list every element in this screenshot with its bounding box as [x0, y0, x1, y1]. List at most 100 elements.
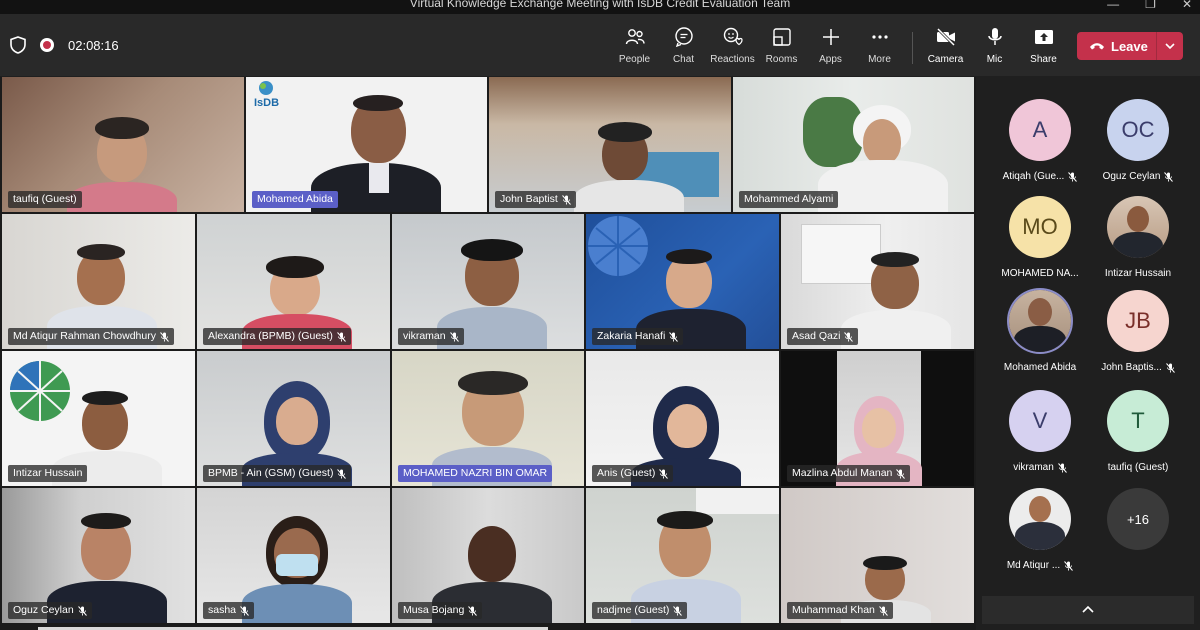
toolbar-divider [912, 32, 913, 64]
meeting-timer: 02:08:16 [68, 37, 119, 53]
avatar-initials: A [1032, 117, 1048, 142]
shield-icon[interactable] [10, 36, 26, 54]
tile-name-tag: nadjme (Guest) [592, 602, 688, 619]
video-tile[interactable]: nadjme (Guest) [586, 488, 779, 623]
more-button[interactable]: More [855, 26, 904, 65]
tile-name-tag: taufiq (Guest) [8, 191, 82, 208]
tile-name-tag: MOHAMED NAZRI BIN OMAR [398, 465, 553, 482]
participant-name-row: MOHAMED NA... [1001, 268, 1078, 279]
mic-off-icon [449, 331, 459, 342]
collapse-gallery-button[interactable] [982, 596, 1194, 624]
chat-button[interactable]: Chat [659, 26, 708, 65]
more-label: More [868, 54, 891, 65]
share-button[interactable]: Share [1019, 26, 1068, 65]
reactions-icon [723, 27, 743, 46]
video-tile[interactable]: Mohammed Alyami [733, 77, 974, 212]
people-button[interactable]: People [610, 26, 659, 65]
avatar-photo-speaking [1009, 290, 1071, 352]
participant-avatar-item[interactable]: Intizar Hussain [1083, 196, 1193, 279]
people-icon [625, 29, 645, 45]
video-tile[interactable]: BPMB - Ain (GSM) (Guest) [197, 351, 390, 486]
mic-off-icon [673, 605, 683, 616]
participant-name: Zakaria Hanafi [597, 330, 666, 342]
participant-name: MOHAMED NA... [1001, 268, 1079, 279]
chevron-down-icon[interactable] [1162, 38, 1178, 54]
participant-avatar-item[interactable]: JB John Baptis... [1083, 290, 1193, 373]
video-grid: taufiq (Guest) IsDB Mohamed Abida John B… [0, 77, 976, 630]
participant-name: John Baptist [500, 193, 558, 205]
video-tile[interactable]: Md Atiqur Rahman Chowdhury [2, 214, 195, 349]
video-tile[interactable]: MOHAMED NAZRI BIN OMAR [392, 351, 584, 486]
recording-icon [40, 38, 54, 52]
maximize-button[interactable]: ❐ [1145, 0, 1156, 11]
tile-name-tag: John Baptist [495, 191, 576, 208]
participant-name: Intizar Hussain [13, 467, 83, 479]
video-tile[interactable]: Mazlina Abdul Manan [781, 351, 974, 486]
participant-name: Mazlina Abdul Manan [792, 467, 893, 479]
apps-button[interactable]: Apps [806, 26, 855, 65]
window-title: Virtual Knowledge Exchange Meeting with … [409, 0, 791, 10]
video-tile[interactable]: sasha [197, 488, 390, 623]
chat-label: Chat [672, 54, 695, 65]
camera-off-icon [936, 27, 955, 47]
tile-name-tag: Muhammad Khan [787, 602, 893, 619]
reactions-button[interactable]: Reactions [708, 26, 757, 65]
video-tile[interactable]: Anis (Guest) [586, 351, 779, 486]
participant-name: taufiq (Guest) [13, 193, 77, 205]
mic-off-icon [879, 605, 888, 616]
more-icon [871, 35, 888, 39]
video-tile[interactable]: Intizar Hussain [2, 351, 195, 486]
video-tile[interactable]: taufiq (Guest) [2, 77, 244, 212]
share-icon [1034, 30, 1053, 44]
mic-off-icon [669, 331, 679, 342]
camera-button[interactable]: Camera [921, 26, 970, 65]
avatar: OC [1107, 99, 1169, 161]
video-tile[interactable]: Alexandra (BPMB) (Guest) [197, 214, 390, 349]
reactions-label: Reactions [710, 54, 755, 65]
mic-off-icon [896, 468, 906, 479]
video-tile[interactable]: Musa Bojang [392, 488, 584, 623]
tile-name-tag: sasha [203, 602, 255, 619]
participant-name: vikraman [403, 330, 446, 342]
participant-avatar-item[interactable]: MO MOHAMED NA... [985, 196, 1095, 279]
participant-avatar-item[interactable]: Mohamed Abida [985, 290, 1095, 373]
participant-avatar-item[interactable]: A Atiqah (Gue... [985, 99, 1095, 182]
participant-name: sasha [208, 604, 237, 616]
participant-avatar-item[interactable]: T taufiq (Guest) [1083, 390, 1193, 473]
participant-name: Asad Qazi [792, 330, 841, 342]
participant-avatar-item[interactable]: V vikraman [985, 390, 1095, 473]
participant-name-row: Intizar Hussain [1105, 268, 1171, 279]
more-participants-button[interactable]: +16 [1107, 488, 1169, 550]
tile-name-tag: Oguz Ceylan [8, 602, 92, 619]
video-tile[interactable]: IsDB Mohamed Abida [246, 77, 487, 212]
participant-name: Md Atiqur ... [1006, 560, 1061, 571]
participant-name: Mohammed Alyami [744, 193, 834, 205]
participant-avatar-item[interactable]: OC Oguz Ceylan [1083, 99, 1193, 182]
minimize-button[interactable]: — [1107, 0, 1119, 11]
participant-name: BPMB - Ain (GSM) (Guest) [208, 467, 334, 479]
avatar-initials: OC [1121, 117, 1155, 142]
participant-name: Mohamed Abida [1003, 362, 1077, 373]
mic-button[interactable]: Mic [970, 26, 1019, 65]
participant-avatar-item[interactable]: Md Atiqur ... [985, 488, 1095, 571]
camera-label: Camera [927, 54, 964, 65]
video-tile[interactable]: Oguz Ceylan [2, 488, 195, 623]
video-tile[interactable]: John Baptist [489, 77, 731, 212]
video-tile[interactable]: Muhammad Khan [781, 488, 974, 623]
tile-name-tag: Intizar Hussain [8, 465, 88, 482]
close-button[interactable]: ✕ [1182, 0, 1192, 11]
participant-name-row: Oguz Ceylan [1103, 171, 1174, 182]
more-participants-item[interactable]: +16 [1083, 488, 1193, 550]
plus-icon [822, 29, 839, 45]
tile-name-tag: Asad Qazi [787, 328, 859, 345]
video-tile[interactable]: Asad Qazi [781, 214, 974, 349]
video-tile[interactable]: Zakaria Hanafi [586, 214, 779, 349]
tile-name-tag: Mazlina Abdul Manan [787, 465, 911, 482]
leave-button[interactable]: Leave [1077, 32, 1183, 60]
tile-name-tag: Anis (Guest) [592, 465, 674, 482]
mic-off-icon [240, 605, 249, 616]
participant-name-row: Mohamed Abida [1004, 362, 1076, 373]
participant-name: Musa Bojang [403, 604, 465, 616]
video-tile[interactable]: vikraman [392, 214, 584, 349]
rooms-button[interactable]: Rooms [757, 26, 806, 65]
